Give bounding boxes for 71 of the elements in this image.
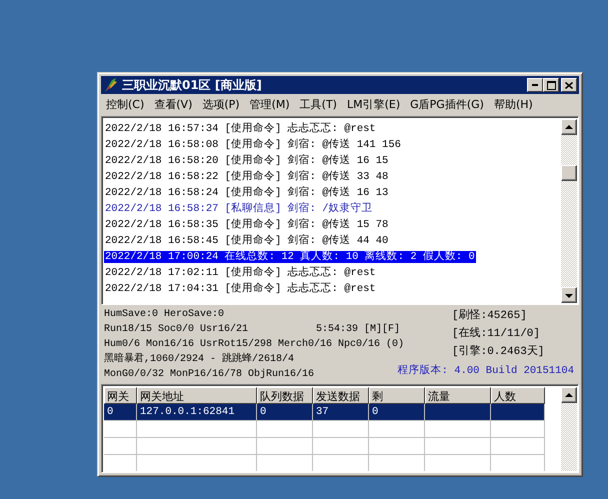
log-line[interactable]: 2022/2/18 16:58:08 [使用命令] 剑宿: @传送 141 156 <box>104 139 402 151</box>
minimize-button[interactable] <box>527 78 543 92</box>
status-text: MonG0/0/32 MonP16/16/78 ObjRun16/16 <box>104 368 314 382</box>
empty-cell <box>491 421 545 438</box>
table-cell <box>491 404 545 421</box>
scroll-up-button[interactable] <box>561 119 577 135</box>
window-title: 三职业沉默01区 [商业版] <box>122 76 263 94</box>
empty-cell <box>104 421 137 438</box>
vertical-scrollbar[interactable] <box>561 387 577 471</box>
empty-cell <box>369 438 425 455</box>
menu-item[interactable]: 查看(V) <box>149 95 198 114</box>
up-arrow-icon <box>565 392 573 398</box>
scroll-down-button[interactable] <box>561 287 577 303</box>
log-line[interactable]: 2022/2/18 16:58:24 [使用命令] 剑宿: @传送 16 13 <box>104 187 390 199</box>
menu-item[interactable]: 工具(T) <box>294 95 342 114</box>
empty-cell <box>257 438 313 455</box>
log-line[interactable]: 2022/2/18 17:04:31 [使用命令] 忐忐忑忑: @rest <box>104 283 377 295</box>
menu-item[interactable]: 控制(C) <box>101 95 150 114</box>
counter-label: [在线:11/11/0] <box>452 326 542 342</box>
maximize-icon <box>546 80 556 90</box>
table-cell: 37 <box>313 404 369 421</box>
column-header[interactable]: 网关地址 <box>137 387 257 404</box>
scrollbar-thumb[interactable] <box>561 165 577 181</box>
server-clock: 5:54:39 [M][F] <box>316 323 400 337</box>
close-button[interactable] <box>561 78 577 92</box>
down-arrow-icon <box>565 292 573 298</box>
up-arrow-icon <box>565 124 573 130</box>
column-header[interactable]: 人数 <box>491 387 545 404</box>
menu-item[interactable]: 帮助(H) <box>488 95 538 114</box>
log-line[interactable]: 2022/2/18 16:58:27 [私聊信息] 剑宿: /奴隶守卫 <box>104 203 374 215</box>
app-icon <box>103 77 119 93</box>
close-icon <box>565 82 573 88</box>
table-cell: 0 <box>369 404 425 421</box>
column-header[interactable]: 剩 <box>369 387 425 404</box>
column-header[interactable]: 发送数据 <box>313 387 369 404</box>
table-cell: 0 <box>257 404 313 421</box>
status-text: HumSave:0 HeroSave:0 <box>104 308 224 322</box>
column-header[interactable]: 网关 <box>104 387 137 404</box>
vertical-scrollbar[interactable] <box>561 119 577 303</box>
counter-label: [引擎:0.2463天] <box>452 344 546 360</box>
empty-cell <box>425 438 491 455</box>
table-cell <box>425 404 491 421</box>
minimize-icon <box>532 84 538 86</box>
version-label: 程序版本: 4.00 Build 20151104 <box>398 363 574 377</box>
status-text: 黑暗暴君,1060/2924 - 跳跳蜂/2618/4 <box>104 353 294 367</box>
empty-cell <box>369 421 425 438</box>
counter-label: [刷怪:45265] <box>452 308 528 324</box>
column-header[interactable]: 队列数据 <box>257 387 313 404</box>
empty-cell <box>313 421 369 438</box>
menu-item[interactable]: G盾PG插件(G) <box>405 95 489 114</box>
empty-cell <box>257 421 313 438</box>
maximize-button[interactable] <box>543 78 559 92</box>
empty-cell <box>104 438 137 455</box>
scroll-up-button[interactable] <box>561 387 577 403</box>
status-text: Run18/15 Soc0/0 Usr16/21 <box>104 323 248 337</box>
log-line[interactable]: 2022/2/18 16:58:45 [使用命令] 剑宿: @传送 44 40 <box>104 235 390 247</box>
empty-cell <box>425 421 491 438</box>
log-line[interactable]: 2022/2/18 16:57:34 [使用命令] 忐忐忑忑: @rest <box>104 123 377 135</box>
status-text: Hum0/6 Mon16/16 UsrRot15/298 Merch0/16 Npc0/16 (0) <box>104 338 404 352</box>
log-line[interactable]: 2022/2/18 16:58:35 [使用命令] 剑宿: @传送 15 78 <box>104 219 390 231</box>
log-line[interactable]: 2022/2/18 17:02:11 [使用命令] 忐忐忑忑: @rest <box>104 267 377 279</box>
menu-item[interactable]: LM引擎(E) <box>342 95 406 114</box>
menu-item[interactable]: 管理(M) <box>244 95 295 114</box>
log-line[interactable]: 2022/2/18 16:58:20 [使用命令] 剑宿: @传送 16 15 <box>104 155 390 167</box>
table-cell: 0 <box>104 404 137 421</box>
column-header[interactable]: 流量 <box>425 387 491 404</box>
table-cell: 127.0.0.1:62841 <box>137 404 257 421</box>
menu-item[interactable]: 选项(P) <box>197 95 245 114</box>
empty-cell <box>313 438 369 455</box>
empty-cell <box>491 438 545 455</box>
log-line[interactable]: 2022/2/18 16:58:22 [使用命令] 剑宿: @传送 33 48 <box>104 171 390 183</box>
